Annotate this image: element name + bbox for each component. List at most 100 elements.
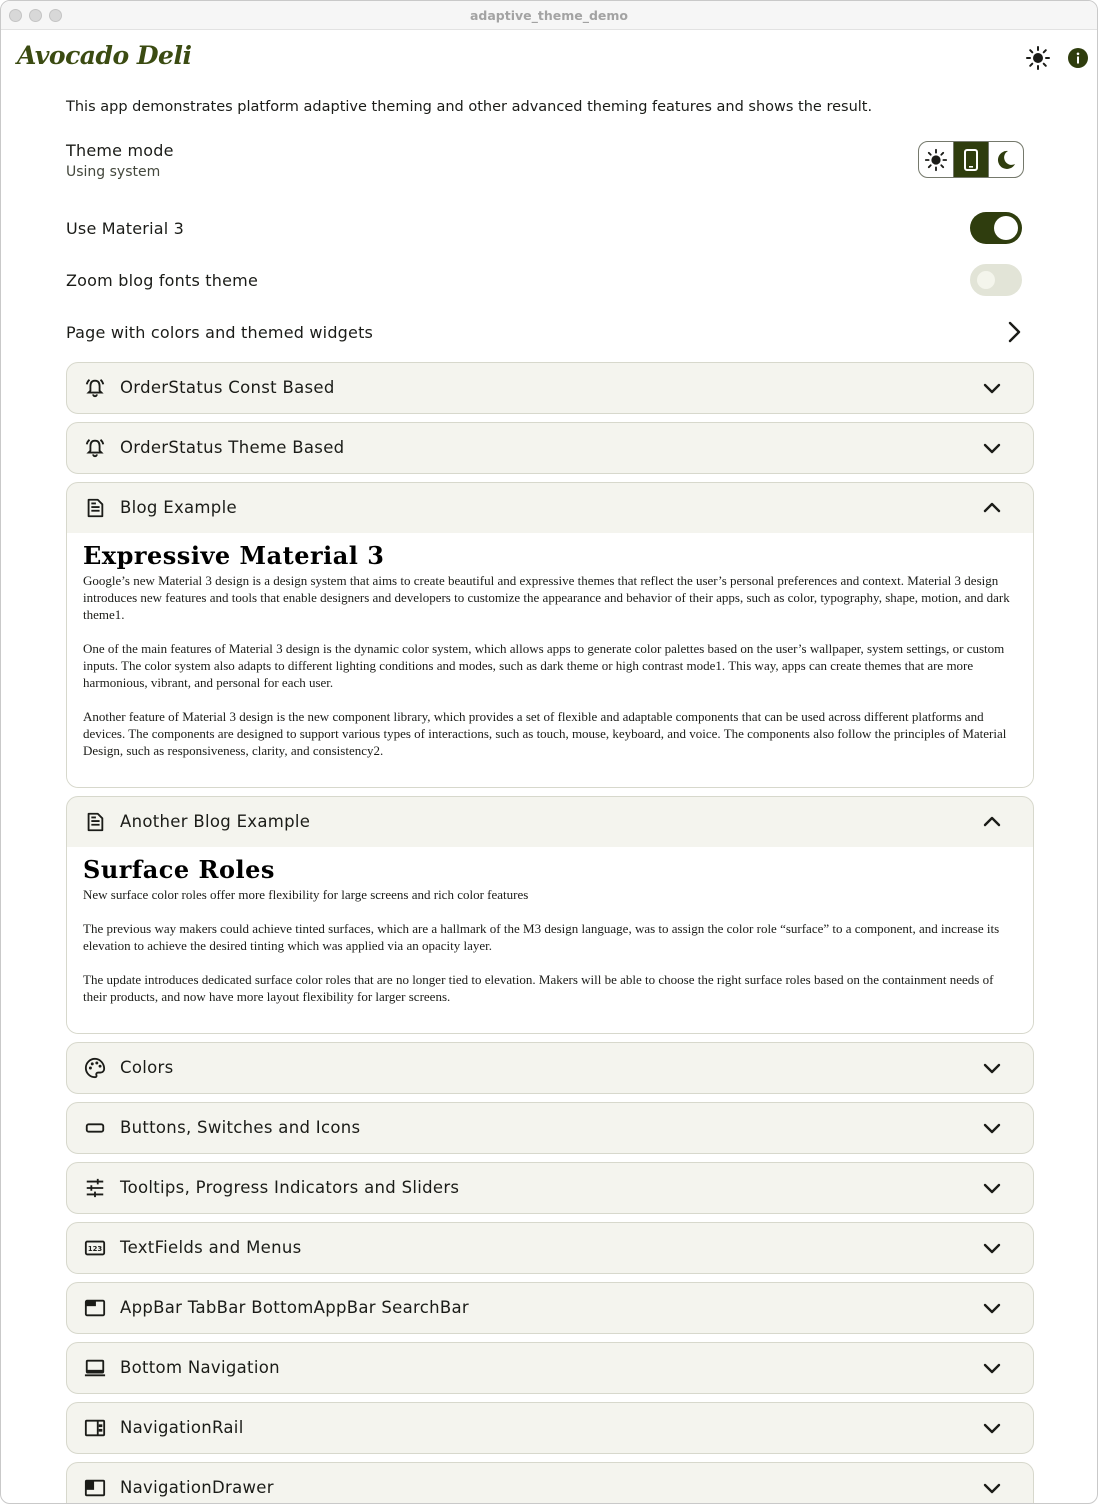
info-icon[interactable] — [1065, 45, 1091, 71]
panel-appbar: AppBar TabBar BottomAppBar SearchBar — [66, 1282, 1034, 1334]
blog-paragraph: Google’s new Material 3 design is a desi… — [83, 573, 1010, 622]
intro-text: This app demonstrates platform adaptive … — [66, 99, 873, 115]
tune-icon — [83, 1176, 107, 1200]
sun-icon — [924, 148, 948, 171]
panel-title: Tooltips, Progress Indicators and Slider… — [120, 1178, 460, 1197]
chevron-up-icon[interactable] — [981, 811, 1003, 833]
pin-123-icon: 123 — [83, 1236, 107, 1260]
zoom-fonts-label: Zoom blog fonts theme — [66, 271, 258, 290]
panel-orderstatus-const: OrderStatus Const Based — [66, 362, 1034, 414]
panel-header[interactable]: Buttons, Switches and Icons — [67, 1103, 1033, 1153]
panel-body: Expressive Material 3 Google’s new Mater… — [67, 533, 1033, 787]
article-icon — [83, 496, 107, 520]
theme-mode-label: Theme mode — [66, 141, 174, 160]
panel-title: OrderStatus Const Based — [120, 378, 335, 397]
blog-paragraph: The previous way makers could achieve ti… — [83, 921, 1000, 953]
blog-paragraph: One of the main features of Material 3 d… — [83, 641, 1005, 690]
zoom-fonts-switch[interactable] — [970, 264, 1022, 296]
system-mode-button[interactable] — [954, 142, 989, 177]
panel-title: Colors — [120, 1058, 174, 1077]
panel-header[interactable]: Tooltips, Progress Indicators and Slider… — [67, 1163, 1033, 1213]
panel-title: Blog Example — [120, 498, 237, 517]
drawer-icon — [83, 1476, 107, 1500]
panel-header[interactable]: NavigationRail — [67, 1403, 1033, 1453]
blog-paragraph: The update introduces dedicated surface … — [83, 972, 994, 1004]
panel-header[interactable]: AppBar TabBar BottomAppBar SearchBar — [67, 1283, 1033, 1333]
chevron-down-icon[interactable] — [981, 1357, 1003, 1379]
phone-icon — [964, 148, 978, 171]
panel-title: AppBar TabBar BottomAppBar SearchBar — [120, 1298, 470, 1317]
zoom-fonts-row[interactable]: Zoom blog fonts theme — [66, 271, 1021, 290]
panel-title: Buttons, Switches and Icons — [120, 1118, 361, 1137]
laptop-icon — [83, 1356, 107, 1380]
chevron-down-icon[interactable] — [981, 1117, 1003, 1139]
button-icon — [83, 1116, 107, 1140]
web-asset-icon — [83, 1296, 107, 1320]
chevron-down-icon[interactable] — [981, 437, 1003, 459]
panel-colors: Colors — [66, 1042, 1034, 1094]
app-bar: Avocado Deli — [1, 30, 1097, 88]
panel-orderstatus-theme: OrderStatus Theme Based — [66, 422, 1034, 474]
chevron-down-icon[interactable] — [981, 1237, 1003, 1259]
moon-icon — [997, 150, 1015, 169]
view-sidebar-icon — [83, 1416, 107, 1440]
alarm-bell-icon — [83, 376, 107, 400]
article-icon — [83, 810, 107, 834]
panel-header[interactable]: Bottom Navigation — [67, 1343, 1033, 1393]
chevron-down-icon[interactable] — [981, 1417, 1003, 1439]
chevron-down-icon[interactable] — [981, 1177, 1003, 1199]
panel-another-blog-example: Another Blog Example Surface Roles New s… — [66, 796, 1034, 1034]
chevron-down-icon[interactable] — [981, 1057, 1003, 1079]
chevron-down-icon[interactable] — [981, 377, 1003, 399]
use-m3-row[interactable]: Use Material 3 — [66, 219, 1021, 238]
switch-knob — [994, 216, 1018, 240]
chevron-up-icon[interactable] — [981, 497, 1003, 519]
chevron-down-icon[interactable] — [981, 1297, 1003, 1319]
panel-navigation-drawer: NavigationDrawer — [66, 1462, 1034, 1503]
colors-page-label: Page with colors and themed widgets — [66, 323, 374, 342]
alarm-bell-icon — [83, 436, 107, 460]
light-mode-button[interactable] — [919, 142, 954, 177]
blog-heading: Expressive Material 3 — [83, 541, 385, 570]
palette-icon — [83, 1056, 107, 1080]
window-title: adaptive_theme_demo — [469, 8, 629, 23]
blog-paragraph: New surface color roles offer more flexi… — [83, 887, 529, 902]
panel-header[interactable]: 123 TextFields and Menus — [67, 1223, 1033, 1273]
dark-mode-button[interactable] — [989, 142, 1023, 177]
window-titlebar: adaptive_theme_demo — [1, 1, 1097, 30]
panel-tooltips: Tooltips, Progress Indicators and Slider… — [66, 1162, 1034, 1214]
blog-heading: Surface Roles — [83, 855, 275, 884]
panel-buttons: Buttons, Switches and Icons — [66, 1102, 1034, 1154]
panel-header[interactable]: Colors — [67, 1043, 1033, 1093]
use-m3-switch[interactable] — [970, 212, 1022, 244]
panel-body: Surface Roles New surface color roles of… — [67, 847, 1033, 1033]
use-m3-label: Use Material 3 — [66, 219, 185, 238]
blog-paragraph: Another feature of Material 3 design is … — [83, 709, 1007, 758]
theme-mode-row: Theme mode Using system — [66, 141, 1021, 180]
app-logo: Avocado Deli — [17, 41, 192, 70]
app-window: adaptive_theme_demo Avocado Deli This ap… — [0, 0, 1098, 1504]
panel-title: OrderStatus Theme Based — [120, 438, 345, 457]
panel-title: Bottom Navigation — [120, 1358, 280, 1377]
panel-title: NavigationRail — [120, 1418, 244, 1437]
panel-header[interactable]: OrderStatus Const Based — [67, 363, 1033, 413]
chevron-down-icon[interactable] — [981, 1477, 1003, 1499]
panel-title: Another Blog Example — [120, 812, 311, 831]
panel-bottom-navigation: Bottom Navigation — [66, 1342, 1034, 1394]
panel-title: TextFields and Menus — [120, 1238, 302, 1257]
theme-mode-sub: Using system — [66, 164, 161, 180]
panel-header[interactable]: NavigationDrawer — [67, 1463, 1033, 1503]
sun-icon[interactable] — [1025, 45, 1051, 71]
panel-navigation-rail: NavigationRail — [66, 1402, 1034, 1454]
colors-page-row[interactable]: Page with colors and themed widgets — [66, 323, 1021, 342]
panel-header[interactable]: Another Blog Example — [67, 797, 1033, 847]
panel-header[interactable]: Blog Example — [67, 483, 1033, 533]
theme-mode-toggle[interactable] — [918, 141, 1024, 178]
panel-title: NavigationDrawer — [120, 1478, 274, 1497]
panel-blog-example: Blog Example Expressive Material 3 Googl… — [66, 482, 1034, 788]
panel-header[interactable]: OrderStatus Theme Based — [67, 423, 1033, 473]
switch-knob — [977, 271, 995, 289]
panel-textfields: 123 TextFields and Menus — [66, 1222, 1034, 1274]
svg-text:123: 123 — [88, 1245, 103, 1253]
chevron-right-icon[interactable] — [1003, 320, 1025, 348]
